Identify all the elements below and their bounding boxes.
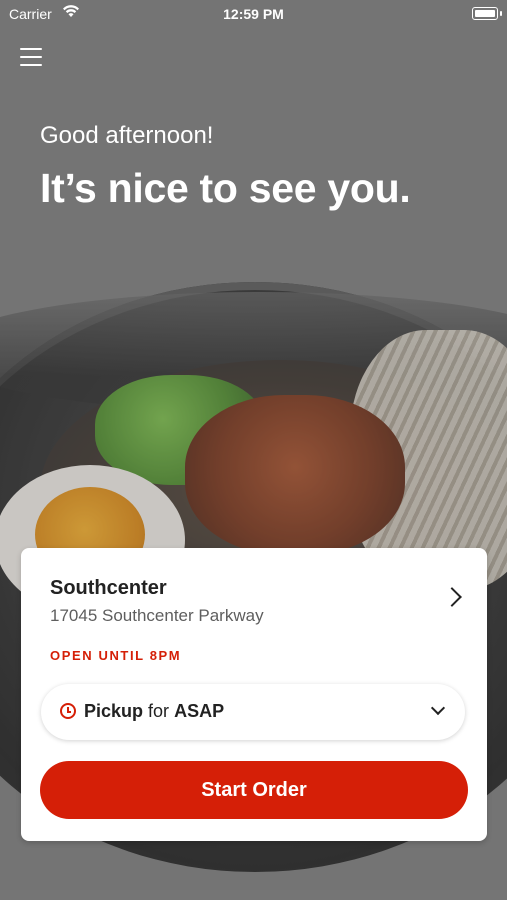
battery-tip (500, 11, 502, 16)
order-mode-text: Pickup for ASAP (84, 701, 224, 722)
clock-icon (60, 703, 76, 719)
start-order-button[interactable]: Start Order (40, 761, 468, 819)
chevron-down-icon[interactable] (430, 700, 446, 716)
order-mode: Pickup (84, 701, 144, 721)
store-name[interactable]: Southcenter (50, 577, 167, 600)
chevron-right-icon[interactable] (442, 587, 462, 607)
location-card: Southcenter 17045 Southcenter Parkway OP… (21, 548, 487, 841)
store-hours-status: OPEN UNTIL 8PM (50, 648, 182, 663)
status-bar: Carrier 12:59 PM (0, 0, 507, 28)
page-title: It’s nice to see you. (40, 165, 411, 211)
order-mode-selector[interactable]: Pickup for ASAP (41, 684, 465, 740)
battery-icon (472, 7, 498, 20)
store-address[interactable]: 17045 Southcenter Parkway (50, 606, 264, 626)
order-time: ASAP (174, 701, 225, 721)
order-mode-connector: for (148, 701, 170, 721)
greeting-text: Good afternoon! (40, 122, 214, 149)
hamburger-menu-icon[interactable] (20, 48, 42, 68)
clock-time: 12:59 PM (223, 6, 284, 22)
